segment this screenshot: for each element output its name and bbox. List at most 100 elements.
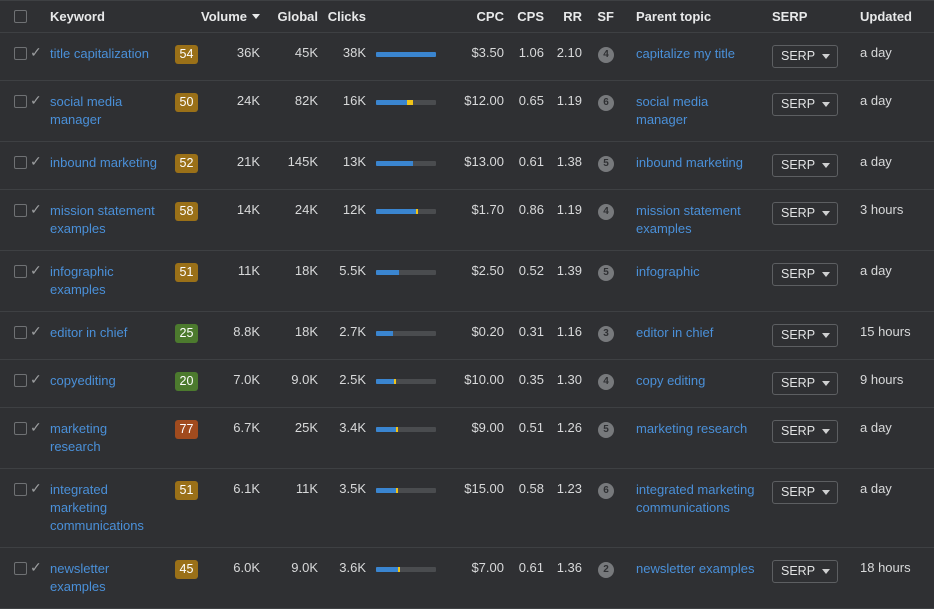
keyword-link[interactable]: social media manager (50, 93, 175, 129)
row-select-cell[interactable] (0, 312, 30, 360)
row-select-cell[interactable] (0, 81, 30, 142)
parent-topic-link[interactable]: marketing research (636, 420, 760, 438)
keyword-link[interactable]: mission statement examples (50, 202, 175, 238)
keyword-cell: inbound marketing (50, 142, 175, 190)
serp-button-label: SERP (781, 564, 815, 579)
row-select-cell[interactable] (0, 33, 30, 81)
serp-dropdown-button[interactable]: SERP (772, 202, 838, 225)
parent-topic-link[interactable]: capitalize my title (636, 45, 760, 63)
column-header-serp[interactable]: SERP (760, 1, 848, 33)
column-header-rr[interactable]: RR (554, 1, 592, 33)
row-checkbox[interactable] (14, 156, 27, 169)
parent-topic-link[interactable]: newsletter examples (636, 560, 760, 578)
column-header-clicks[interactable]: Clicks (328, 1, 376, 33)
keyword-link[interactable]: marketing research (50, 420, 175, 456)
parent-topic-link[interactable]: infographic (636, 263, 760, 281)
column-header-sf[interactable]: SF (592, 1, 624, 33)
cps-value: 0.61 (514, 548, 554, 609)
keyword-link[interactable]: infographic examples (50, 263, 175, 299)
serp-dropdown-button[interactable]: SERP (772, 372, 838, 395)
row-checkbox[interactable] (14, 204, 27, 217)
select-all-checkbox[interactable] (14, 10, 27, 23)
serp-dropdown-button[interactable]: SERP (772, 560, 838, 583)
clicks-bar-fill (376, 379, 394, 384)
column-header-cps[interactable]: CPS (514, 1, 554, 33)
parent-topic-link[interactable]: mission statement examples (636, 202, 760, 238)
column-header-sf-label: SF (597, 9, 614, 24)
global-value: 145K (270, 142, 328, 190)
row-checkbox[interactable] (14, 47, 27, 60)
keyword-link[interactable]: newsletter examples (50, 560, 175, 596)
row-checkbox[interactable] (14, 483, 27, 496)
kd-cell: 20 (175, 360, 212, 408)
kd-cell: 51 (175, 251, 212, 312)
parent-topic-link[interactable]: social media manager (636, 93, 760, 129)
kd-cell: 54 (175, 33, 212, 81)
sf-badge: 2 (598, 562, 614, 578)
row-select-cell[interactable] (0, 408, 30, 469)
serp-dropdown-button[interactable]: SERP (772, 154, 838, 177)
column-header-global[interactable]: Global (270, 1, 328, 33)
row-status-cell: ✓ (30, 190, 50, 251)
sf-cell: 2 (592, 548, 624, 609)
chevron-down-icon (822, 211, 830, 216)
keyword-cell: infographic examples (50, 251, 175, 312)
global-value: 45K (270, 33, 328, 81)
row-select-cell[interactable] (0, 251, 30, 312)
clicks-value: 2.5K (328, 360, 376, 408)
rr-value: 1.30 (554, 360, 592, 408)
column-header-keyword[interactable]: Keyword (50, 1, 212, 33)
keyword-link[interactable]: inbound marketing (50, 154, 175, 172)
check-icon: ✓ (30, 154, 50, 168)
row-checkbox[interactable] (14, 562, 27, 575)
serp-dropdown-button[interactable]: SERP (772, 45, 838, 68)
global-value: 24K (270, 190, 328, 251)
clicks-bar (376, 331, 436, 336)
parent-topic-link[interactable]: editor in chief (636, 324, 760, 342)
row-checkbox[interactable] (14, 326, 27, 339)
chevron-down-icon (822, 102, 830, 107)
clicks-bar-cell (376, 312, 456, 360)
serp-dropdown-button[interactable]: SERP (772, 263, 838, 286)
row-checkbox[interactable] (14, 422, 27, 435)
row-select-cell[interactable] (0, 469, 30, 548)
serp-dropdown-button[interactable]: SERP (772, 324, 838, 347)
select-all-header[interactable] (0, 1, 30, 33)
row-select-cell[interactable] (0, 548, 30, 609)
clicks-value: 5.5K (328, 251, 376, 312)
updated-value: 18 hours (848, 548, 934, 609)
column-header-volume[interactable]: Volume (212, 1, 270, 33)
global-value: 82K (270, 81, 328, 142)
keyword-link[interactable]: title capitalization (50, 45, 175, 63)
parent-topic-link[interactable]: copy editing (636, 372, 760, 390)
sf-badge: 6 (598, 483, 614, 499)
column-header-cpc[interactable]: CPC (456, 1, 514, 33)
parent-topic-link[interactable]: integrated marketing communications (636, 481, 760, 517)
parent-topic-link[interactable]: inbound marketing (636, 154, 760, 172)
cpc-value: $1.70 (456, 190, 514, 251)
column-header-parent-topic[interactable]: Parent topic (624, 1, 760, 33)
row-select-cell[interactable] (0, 190, 30, 251)
row-select-cell[interactable] (0, 142, 30, 190)
serp-dropdown-button[interactable]: SERP (772, 420, 838, 443)
updated-value: 15 hours (848, 312, 934, 360)
row-checkbox[interactable] (14, 95, 27, 108)
row-status-cell: ✓ (30, 33, 50, 81)
serp-dropdown-button[interactable]: SERP (772, 481, 838, 504)
volume-value: 6.7K (212, 408, 270, 469)
row-select-cell[interactable] (0, 360, 30, 408)
keyword-cell: copyediting (50, 360, 175, 408)
row-checkbox[interactable] (14, 265, 27, 278)
keyword-link[interactable]: copyediting (50, 372, 175, 390)
clicks-bar-cell (376, 469, 456, 548)
keyword-link[interactable]: integrated marketing communications (50, 481, 175, 535)
column-header-updated[interactable]: Updated (848, 1, 934, 33)
clicks-bar-accent (396, 427, 398, 432)
row-checkbox[interactable] (14, 374, 27, 387)
serp-dropdown-button[interactable]: SERP (772, 93, 838, 116)
keyword-link[interactable]: editor in chief (50, 324, 175, 342)
volume-value: 36K (212, 33, 270, 81)
volume-value: 14K (212, 190, 270, 251)
serp-cell: SERP (760, 469, 848, 548)
serp-button-label: SERP (781, 158, 815, 173)
